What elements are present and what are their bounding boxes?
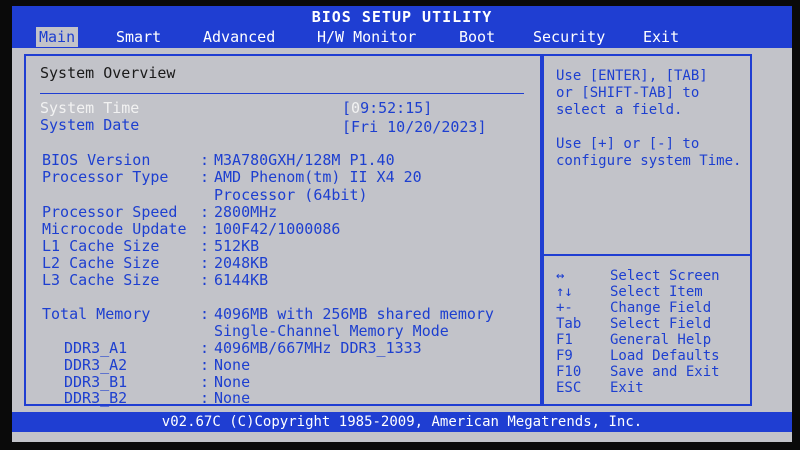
l1-cache-label: L1 Cache Size [42,237,160,255]
f9-key: F9 [556,348,573,364]
plus-minus-key: +- [556,300,573,316]
f10-key: F10 [556,364,582,380]
key-desc: Select Field [610,316,712,332]
section-divider [40,93,524,94]
system-time-field[interactable]: [09:52:15] [342,99,432,117]
menu-tab-hw-monitor[interactable]: H/W Monitor [314,27,419,47]
processor-speed-value: 2800MHz [214,203,278,221]
menu-tab-smart[interactable]: Smart [113,27,164,47]
processor-type-label: Processor Type [42,168,169,186]
separator: : [200,254,210,272]
l2-cache-label: L2 Cache Size [42,254,160,272]
time-cursor-digit: 0 [351,99,361,117]
separator: : [200,305,210,323]
help-line-2: or [SHIFT-TAB] to [556,85,700,101]
menu-tab-main[interactable]: Main [36,27,79,47]
key-desc: Change Field [610,300,712,316]
key-desc: Exit [610,380,644,396]
menu-tab-exit[interactable]: Exit [640,27,682,47]
processor-speed-label: Processor Speed [42,203,178,221]
separator: : [200,339,210,357]
ddr3-a2-value: None [214,356,251,374]
main-panel: System Overview System Time [09:52:15] S… [24,54,542,407]
separator: : [200,220,210,238]
key-desc: Select Screen [610,268,720,284]
key-desc: General Help [610,332,712,348]
l3-cache-value: 6144KB [214,271,269,289]
ddr3-a1-value: 4096MB/667MHz DDR3_1333 [214,339,422,357]
help-line-4: Use [+] or [-] to [556,136,700,152]
memory-mode-value: Single-Channel Memory Mode [214,322,449,340]
help-divider [544,254,750,256]
system-date-field[interactable]: [Fri 10/20/2023] [342,118,487,136]
system-time-label[interactable]: System Time [40,99,139,117]
f1-key: F1 [556,332,573,348]
microcode-value: 100F42/1000086 [214,220,341,238]
ddr3-a2-label: DDR3_A2 [64,356,128,374]
esc-key: ESC [556,380,582,396]
help-line-5: configure system Time. [556,153,742,169]
system-date-label[interactable]: System Date [40,116,139,134]
l3-cache-label: L3 Cache Size [42,271,160,289]
key-desc: Save and Exit [610,364,720,380]
l1-cache-value: 512KB [214,237,260,255]
separator: : [200,356,210,374]
separator: : [200,203,210,221]
microcode-label: Microcode Update [42,220,187,238]
key-desc: Select Item [610,284,703,300]
menu-tab-boot[interactable]: Boot [456,27,498,47]
section-title: System Overview [40,64,176,82]
bios-version-value: M3A780GXH/128M P1.40 [214,151,395,169]
l2-cache-value: 2048KB [214,254,269,272]
ddr3-a1-label: DDR3_A1 [64,339,128,357]
separator: : [200,389,210,407]
copyright-footer: v02.67C (C)Copyright 1985-2009, American… [12,412,792,432]
help-line-3: select a field. [556,102,683,118]
menu-bar: Main Smart Advanced H/W Monitor Boot Sec… [12,26,792,48]
tab-key: Tab [556,316,582,332]
left-right-arrow-icon: ↔ [556,268,565,284]
bios-version-label: BIOS Version [42,151,151,169]
ddr3-b2-value: None [214,389,251,407]
ddr3-b2-label: DDR3_B2 [64,389,128,407]
menu-tab-advanced[interactable]: Advanced [200,27,278,47]
up-down-arrow-icon: ↑↓ [556,284,573,300]
processor-type-value-2: Processor (64bit) [214,186,368,204]
help-panel: Use [ENTER], [TAB] or [SHIFT-TAB] to sel… [542,54,752,406]
total-memory-value: 4096MB with 256MB shared memory [214,305,494,323]
total-memory-label: Total Memory [42,305,151,323]
help-line-1: Use [ENTER], [TAB] [556,68,708,84]
separator: : [200,168,210,186]
separator: : [200,237,210,255]
key-desc: Load Defaults [610,348,720,364]
separator: : [200,271,210,289]
bios-screen: BIOS SETUP UTILITY Main Smart Advanced H… [12,6,792,442]
separator: : [200,151,210,169]
title-bar: BIOS SETUP UTILITY [12,6,792,26]
processor-type-value: AMD Phenom(tm) II X4 20 [214,168,422,186]
menu-tab-security[interactable]: Security [530,27,608,47]
